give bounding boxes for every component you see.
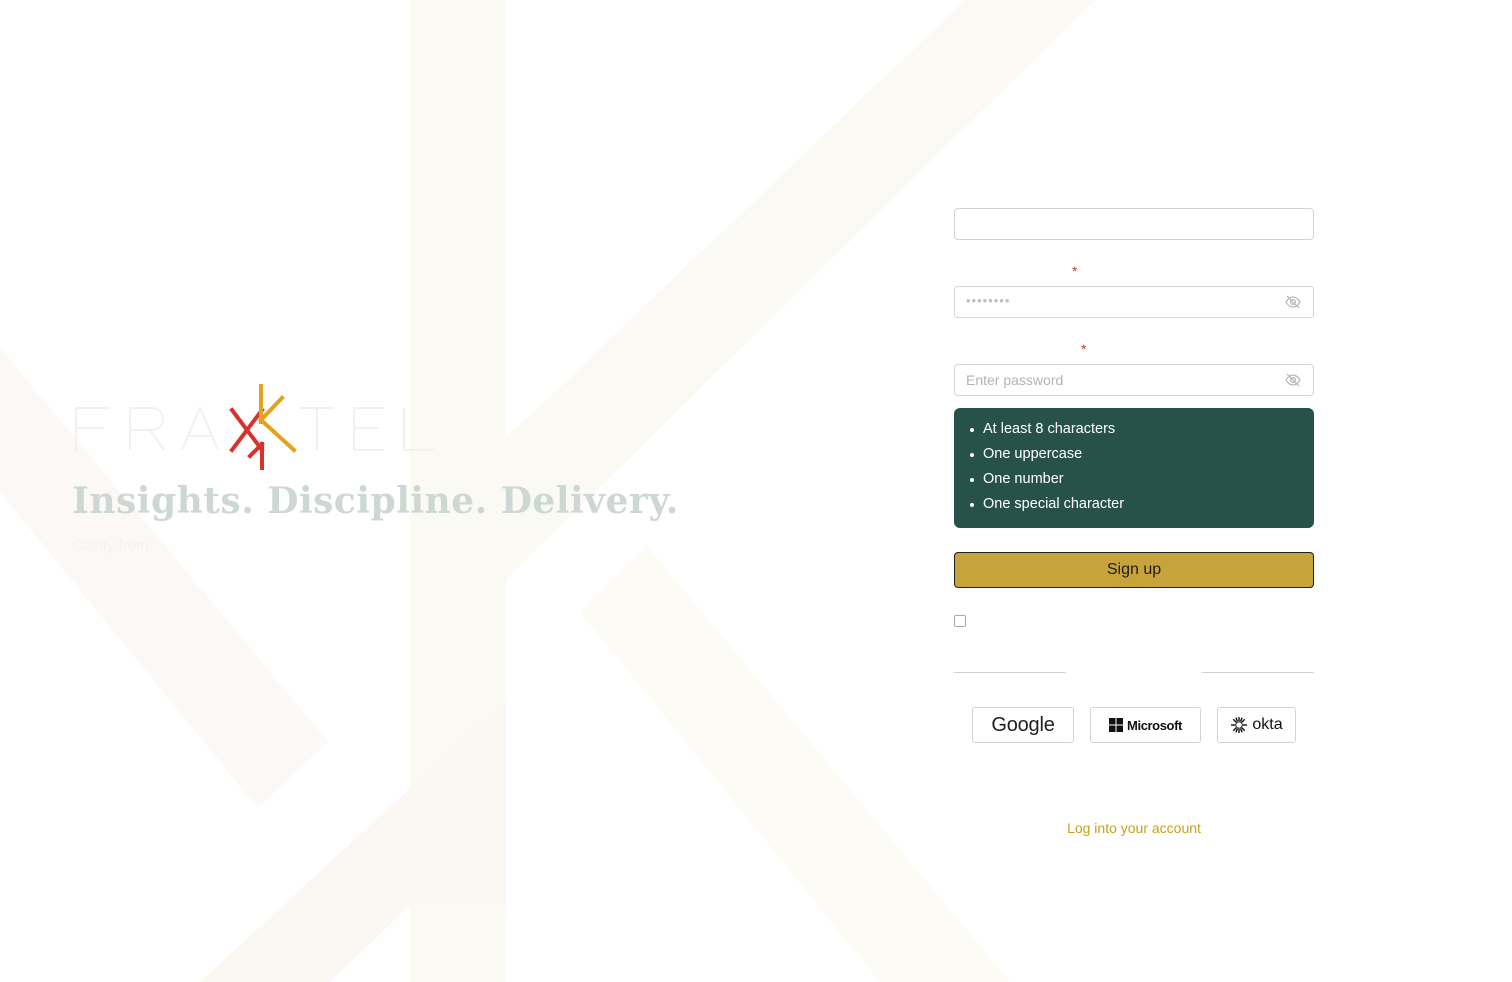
password-value: •••••••• (966, 293, 1011, 308)
requirement-item: At least 8 characters (970, 417, 1314, 442)
microsoft-icon (1109, 718, 1124, 732)
okta-sso-button[interactable]: okta (1217, 707, 1296, 743)
eye-off-icon[interactable] (1285, 372, 1301, 388)
eye-off-icon[interactable] (1285, 294, 1301, 310)
google-logo: Google (991, 713, 1055, 736)
confirm-password-field[interactable]: Enter password (954, 364, 1314, 396)
subtagline: Clarity from (72, 537, 149, 554)
okta-label: okta (1252, 716, 1283, 733)
microsoft-sso-button[interactable]: Microsoft (1090, 707, 1201, 743)
confirm-password-placeholder: Enter password (966, 372, 1064, 388)
divider-line (1202, 672, 1314, 673)
divider-line (954, 672, 1066, 673)
microsoft-label: Microsoft (1127, 717, 1182, 733)
login-link[interactable]: Log into your account (954, 820, 1314, 836)
signup-button[interactable]: Sign up (954, 552, 1314, 588)
requirement-item: One special character (970, 492, 1314, 517)
requirement-item: One number (970, 467, 1314, 492)
required-asterisk: * (1072, 263, 1078, 279)
requirement-item: One uppercase (970, 442, 1314, 467)
password-field[interactable]: •••••••• (954, 286, 1314, 318)
tagline: Insights. Discipline. Delivery. (72, 480, 679, 522)
okta-icon (1231, 717, 1248, 733)
password-requirements: At least 8 characters One uppercase One … (954, 408, 1314, 528)
email-field[interactable] (954, 208, 1314, 240)
terms-checkbox[interactable] (954, 615, 966, 627)
fraktel-logo (75, 384, 434, 470)
required-asterisk: * (1081, 341, 1087, 357)
google-sso-button[interactable]: Google (972, 707, 1074, 743)
